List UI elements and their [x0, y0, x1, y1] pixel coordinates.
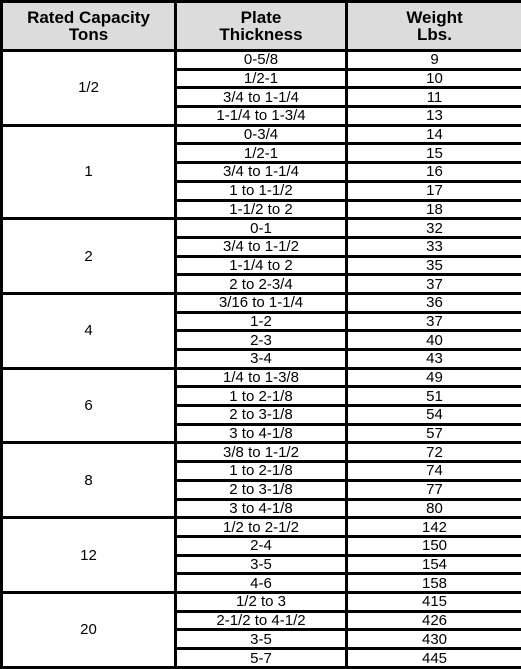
table-row: 6 1/4 to 1-3/8 49: [0, 366, 521, 445]
thickness-cell: 2 to 3-1/8: [174, 478, 348, 501]
thickness-cell: 5-7: [174, 647, 348, 669]
weight-cell: 18: [345, 198, 521, 221]
thickness-cell: 0-1: [174, 217, 348, 239]
weight-cell: 43: [345, 348, 521, 370]
thickness-cell: 0-3/4: [174, 123, 348, 146]
weight-cell: 80: [345, 497, 521, 520]
table-row: 2 0-1 32: [0, 217, 521, 295]
thickness-cell: 2 to 3-1/8: [174, 404, 348, 426]
table-row: 12 1/2 to 2-1/2 142: [0, 516, 521, 594]
thickness-cell: 1/2 to 3: [174, 590, 348, 613]
thickness-cell: 1 to 2-1/8: [174, 385, 348, 408]
capacity-weight-table: Rated Capacity Tons Plate Thickness Weig…: [0, 0, 521, 669]
thickness-cell: 3/4 to 1-1/4: [174, 161, 348, 183]
weight-cell: 154: [345, 553, 521, 576]
capacity-cell: 12: [0, 516, 177, 594]
thickness-cell: 1/2-1: [174, 142, 348, 165]
weight-cell: 11: [345, 86, 521, 109]
table-row: 1 0-3/4 14: [0, 123, 521, 221]
header-weight: Weight Lbs.: [345, 0, 521, 52]
thickness-cell: 3 to 4-1/8: [174, 422, 348, 445]
weight-cell: 17: [345, 179, 521, 202]
weight-cell: 37: [345, 310, 521, 333]
weight-cell: 72: [345, 441, 521, 464]
thickness-cell: 1 to 2-1/8: [174, 460, 348, 482]
weight-cell: 74: [345, 460, 521, 482]
weight-cell: 13: [345, 105, 521, 127]
thickness-cell: 1-2: [174, 310, 348, 333]
thickness-cell: 3-5: [174, 628, 348, 650]
weight-cell: 16: [345, 161, 521, 183]
weight-cell: 51: [345, 385, 521, 408]
thickness-cell: 2-3: [174, 329, 348, 351]
thickness-cell: 3-5: [174, 553, 348, 576]
weight-cell: 77: [345, 478, 521, 501]
thickness-cell: 3/4 to 1-1/2: [174, 235, 348, 258]
thickness-cell: 2 to 2-3/4: [174, 273, 348, 295]
capacity-cell: 2: [0, 217, 177, 295]
header-rated-capacity: Rated Capacity Tons: [0, 0, 177, 52]
capacity-cell: 20: [0, 590, 177, 669]
thickness-cell: 1-1/2 to 2: [174, 198, 348, 221]
weight-cell: 32: [345, 217, 521, 239]
weight-cell: 35: [345, 254, 521, 277]
thickness-cell: 1/2 to 2-1/2: [174, 516, 348, 538]
weight-cell: 36: [345, 291, 521, 314]
thickness-cell: 1-1/4 to 2: [174, 254, 348, 277]
table-row: 20 1/2 to 3 415: [0, 590, 521, 669]
capacity-cell: 6: [0, 366, 177, 445]
thickness-cell: 3 to 4-1/8: [174, 497, 348, 520]
thickness-cell: 0-5/8: [174, 49, 348, 71]
thickness-cell: 3/8 to 1-1/2: [174, 441, 348, 464]
weight-cell: 15: [345, 142, 521, 165]
capacity-cell: 1/2: [0, 49, 177, 127]
weight-cell: 37: [345, 273, 521, 295]
weight-cell: 142: [345, 516, 521, 538]
weight-cell: 49: [345, 366, 521, 389]
thickness-cell: 2-4: [174, 534, 348, 557]
weight-cell: 430: [345, 628, 521, 650]
weight-cell: 54: [345, 404, 521, 426]
thickness-cell: 1-1/4 to 1-3/4: [174, 105, 348, 127]
weight-cell: 426: [345, 609, 521, 632]
table-body: 1/2 0-5/8 9 1/2-1 10 3/4 to 1-1/4 11 1-1/4 to 1…: [0, 49, 521, 669]
thickness-cell: 2-1/2 to 4-1/2: [174, 609, 348, 632]
capacity-cell: 1: [0, 123, 177, 221]
thickness-cell: 3/4 to 1-1/4: [174, 86, 348, 109]
header-row: Rated Capacity Tons Plate Thickness Weig…: [0, 0, 521, 52]
thickness-cell: 1 to 1-1/2: [174, 179, 348, 202]
thickness-cell: 1/4 to 1-3/8: [174, 366, 348, 389]
capacity-cell: 4: [0, 291, 177, 370]
thickness-cell: 3/16 to 1-1/4: [174, 291, 348, 314]
table-row: 8 3/8 to 1-1/2 72: [0, 441, 521, 520]
weight-cell: 33: [345, 235, 521, 258]
weight-cell: 445: [345, 647, 521, 669]
table-row: 1/2 0-5/8 9: [0, 49, 521, 127]
capacity-cell: 8: [0, 441, 177, 520]
weight-cell: 57: [345, 422, 521, 445]
weight-cell: 14: [345, 123, 521, 146]
thickness-cell: 3-4: [174, 348, 348, 370]
thickness-cell: 1/2-1: [174, 67, 348, 90]
table-row: 4 3/16 to 1-1/4 36: [0, 291, 521, 370]
thickness-cell: 4-6: [174, 572, 348, 594]
weight-cell: 10: [345, 67, 521, 90]
weight-cell: 150: [345, 534, 521, 557]
header-plate-thickness: Plate Thickness: [174, 0, 348, 52]
weight-cell: 9: [345, 49, 521, 71]
weight-cell: 40: [345, 329, 521, 351]
weight-cell: 158: [345, 572, 521, 594]
weight-cell: 415: [345, 590, 521, 613]
